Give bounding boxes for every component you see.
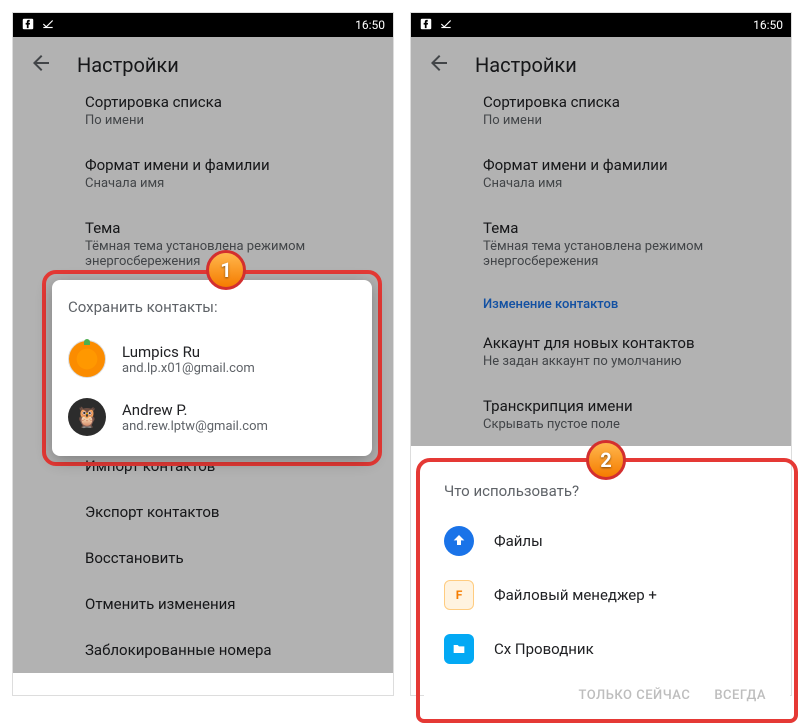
facebook-icon	[419, 17, 433, 34]
scrim	[411, 37, 791, 446]
account-option[interactable]: Lumpics Ru and.lp.x01@gmail.com	[68, 330, 356, 388]
check-icon	[439, 17, 453, 34]
save-contacts-dialog-frame: Сохранить контакты: Lumpics Ru and.lp.x0…	[42, 270, 382, 466]
files-icon	[444, 526, 474, 556]
avatar-icon	[68, 340, 106, 378]
status-time: 16:50	[355, 18, 385, 32]
app-chooser-frame: Что использовать? Файлы F Файловый менед…	[416, 458, 798, 723]
file-manager-icon: F	[444, 580, 474, 610]
always-button[interactable]: ВСЕГДА	[714, 688, 766, 703]
account-name: Andrew P.	[122, 401, 268, 419]
cx-explorer-icon	[444, 634, 474, 664]
dialog-title: Сохранить контакты:	[68, 298, 356, 316]
status-time: 16:50	[753, 18, 783, 32]
annotation-badge-2: 2	[586, 440, 626, 480]
just-once-button[interactable]: ТОЛЬКО СЕЙЧАС	[579, 688, 691, 703]
app-label: Файлы	[494, 532, 543, 550]
chooser-app-option[interactable]: F Файловый менеджер +	[440, 568, 774, 622]
account-name: Lumpics Ru	[122, 343, 255, 361]
app-label: Файловый менеджер +	[494, 586, 657, 604]
chooser-app-option[interactable]: Файлы	[440, 514, 774, 568]
chooser-title: Что использовать?	[440, 482, 774, 500]
avatar-icon	[68, 398, 106, 436]
status-bar: 16:50	[13, 13, 393, 37]
account-option[interactable]: Andrew P. and.rew.lptw@gmail.com	[68, 388, 356, 446]
check-icon	[41, 17, 55, 34]
account-email: and.rew.lptw@gmail.com	[122, 419, 268, 434]
app-label: Cx Проводник	[494, 640, 594, 658]
facebook-icon	[21, 17, 35, 34]
status-bar: 16:50	[411, 13, 791, 37]
save-contacts-dialog: Сохранить контакты: Lumpics Ru and.lp.x0…	[52, 280, 372, 456]
chooser-app-option[interactable]: Cx Проводник	[440, 622, 774, 676]
app-chooser-dialog: Что использовать? Файлы F Файловый менед…	[424, 466, 790, 715]
annotation-badge-1: 1	[206, 250, 246, 290]
account-email: and.lp.x01@gmail.com	[122, 361, 255, 376]
